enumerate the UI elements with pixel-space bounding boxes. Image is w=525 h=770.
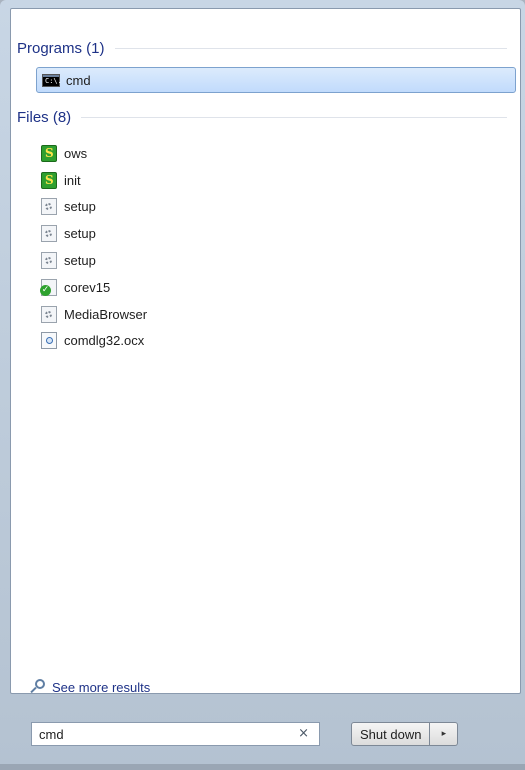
- shutdown-button[interactable]: Shut down: [351, 722, 431, 746]
- settings-file-icon: [41, 225, 57, 243]
- file-item-label: setup: [64, 253, 96, 269]
- shutdown-group: Shut down ▸: [351, 722, 459, 746]
- file-item-ows[interactable]: ows: [41, 140, 341, 167]
- files-header-title: Files (8): [17, 108, 72, 126]
- file-item-comdlg32[interactable]: comdlg32.ocx: [41, 328, 341, 355]
- program-item-label: cmd: [66, 72, 91, 88]
- see-more-results-label: See more results: [52, 679, 151, 695]
- file-item-label: init: [64, 172, 81, 188]
- files-list: ows init setup setup setup corev15 Media…: [40, 140, 341, 355]
- search-input[interactable]: [39, 726, 279, 742]
- settings-file-icon: [41, 252, 57, 270]
- file-item-label: setup: [64, 199, 96, 215]
- file-item-corev15[interactable]: corev15: [40, 274, 341, 301]
- file-item-mediabrowser[interactable]: MediaBrowser: [41, 301, 341, 328]
- settings-file-icon: [41, 305, 57, 323]
- programs-header-title: Programs (1): [17, 39, 105, 57]
- activex-file-icon: [41, 332, 57, 350]
- taskbar-edge: [0, 764, 525, 770]
- file-item-setup[interactable]: setup: [41, 220, 341, 247]
- clear-search-icon[interactable]: ×: [298, 726, 309, 741]
- file-item-label: MediaBrowser: [64, 306, 148, 322]
- file-item-setup[interactable]: setup: [41, 247, 341, 274]
- programs-section-header: Programs (1): [17, 38, 507, 58]
- file-item-label: corev15: [64, 279, 111, 295]
- see-more-results-link[interactable]: See more results: [28, 678, 150, 696]
- cmd-icon: C:\.: [42, 73, 62, 87]
- file-item-init[interactable]: init: [41, 167, 341, 194]
- file-item-label: setup: [64, 226, 96, 242]
- verified-file-icon: [40, 278, 57, 296]
- script-file-icon: [41, 144, 57, 162]
- file-item-label: ows: [64, 145, 88, 161]
- file-item-setup[interactable]: setup: [41, 194, 341, 221]
- script-file-icon: [41, 171, 57, 189]
- file-item-label: comdlg32.ocx: [64, 333, 145, 349]
- shutdown-options-arrow-icon[interactable]: ▸: [430, 722, 459, 746]
- files-section-header: Files (8): [17, 107, 507, 127]
- program-item-cmd[interactable]: C:\. cmd: [36, 67, 516, 93]
- search-icon: [28, 678, 46, 696]
- settings-file-icon: [41, 198, 57, 216]
- section-divider: [81, 116, 507, 118]
- section-divider: [114, 47, 507, 49]
- search-box[interactable]: ×: [31, 722, 320, 746]
